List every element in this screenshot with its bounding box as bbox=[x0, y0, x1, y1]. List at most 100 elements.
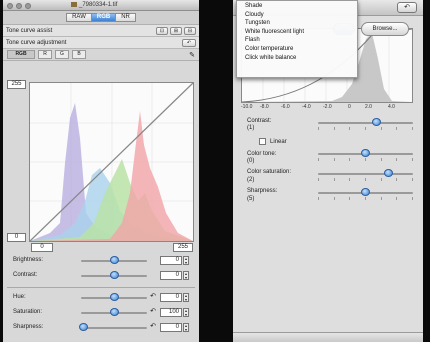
sharpness-reset-icon[interactable]: ↶ bbox=[148, 323, 158, 332]
menu-item-tungsten[interactable]: Tungsten bbox=[237, 19, 357, 28]
color-saturation-label: Color saturation: bbox=[247, 169, 292, 175]
hue-label: Hue: bbox=[13, 294, 26, 300]
saturation-row: Saturation: ↶ 100 ▴ ▾ bbox=[3, 307, 199, 319]
saturation-reset-icon[interactable]: ↶ bbox=[148, 308, 158, 317]
axis-tick: -2.0 bbox=[323, 104, 332, 110]
channel-tabs: RGB R G B ✎ bbox=[3, 49, 199, 61]
menu-item-shade[interactable]: Shade bbox=[237, 2, 357, 11]
contrast-ticks bbox=[318, 127, 413, 130]
output-max-field[interactable]: 255 bbox=[7, 80, 26, 89]
axis-tick: -4.0 bbox=[302, 104, 311, 110]
tone-curve-window: _7980334-1.tif RAW RGB NR Tone curve ass… bbox=[3, 0, 199, 342]
menu-item-cloudy[interactable]: Cloudy bbox=[237, 11, 357, 20]
close-window-button[interactable] bbox=[7, 3, 13, 9]
channel-tab-rgb[interactable]: RGB bbox=[7, 50, 35, 59]
color-tone-label: Color tone: bbox=[247, 151, 277, 157]
color-tone-sub: (0) bbox=[247, 158, 255, 164]
input-min-field[interactable]: 0 bbox=[31, 243, 53, 252]
sharpness-ticks bbox=[318, 197, 413, 200]
tone-curve-adjustment-row: Tone curve adjustment ↶ bbox=[3, 37, 199, 49]
sharpness-row: Sharpness: ↶ 0 ▴ ▾ bbox=[3, 322, 199, 334]
color-saturation-ticks bbox=[318, 178, 413, 181]
brightness-value[interactable]: 0 bbox=[160, 256, 182, 265]
zoom-window-button[interactable] bbox=[25, 3, 31, 9]
contrast-sub: (1) bbox=[247, 125, 255, 131]
axis-tick: 0 bbox=[348, 104, 351, 110]
brightness-label: Brightness: bbox=[13, 257, 44, 263]
reset-icon[interactable]: ↶ bbox=[397, 2, 417, 13]
axis-tick: 4.0 bbox=[388, 104, 395, 110]
color-saturation-slider[interactable] bbox=[318, 173, 413, 175]
eyedropper-icon[interactable]: ✎ bbox=[189, 51, 195, 59]
menu-item-color-temperature[interactable]: Color temperature bbox=[237, 45, 357, 54]
brightness-slider-thumb[interactable] bbox=[110, 256, 119, 264]
saturation-value[interactable]: 100 bbox=[160, 308, 182, 317]
channel-tab-r[interactable]: R bbox=[38, 50, 52, 59]
sharpness-stepper[interactable]: ▴ ▾ bbox=[183, 323, 189, 332]
assist-auto-button[interactable]: ⊞ bbox=[170, 26, 182, 35]
contrast-slider[interactable] bbox=[318, 122, 413, 124]
contrast-slider-thumb[interactable] bbox=[110, 271, 119, 279]
axis-tick: 2.0 bbox=[365, 104, 372, 110]
axis-tick: -6.0 bbox=[281, 104, 290, 110]
color-saturation-sub: (2) bbox=[247, 177, 255, 183]
menu-item-white-fluorescent[interactable]: White fluorescent light bbox=[237, 28, 357, 37]
mode-tabs: RAW RGB NR bbox=[3, 11, 199, 25]
assist-copy-button[interactable]: ⊡ bbox=[156, 26, 168, 35]
assist-paste-button[interactable]: ⊟ bbox=[184, 26, 196, 35]
saturation-label: Saturation: bbox=[13, 309, 43, 315]
sharpness-slider-thumb[interactable] bbox=[361, 188, 370, 196]
sharpness-value[interactable]: 0 bbox=[160, 323, 182, 332]
tone-curve-area: 255 0 0 255 bbox=[3, 78, 199, 252]
saturation-slider-thumb[interactable] bbox=[110, 308, 119, 316]
white-balance-menu: Shade Cloudy Tungsten White fluorescent … bbox=[236, 0, 358, 78]
histogram-svg bbox=[29, 82, 194, 242]
hue-slider-thumb[interactable] bbox=[110, 293, 119, 301]
contrast-label: Contrast: bbox=[13, 272, 38, 278]
contrast-slider-thumb[interactable] bbox=[372, 118, 381, 126]
sharpness-label: Sharpness: bbox=[247, 188, 278, 194]
color-tone-slider-thumb[interactable] bbox=[361, 149, 370, 157]
contrast-value[interactable]: 0 bbox=[160, 271, 182, 280]
menu-item-click-white-balance[interactable]: Click white balance bbox=[237, 54, 357, 63]
raw-axis-labels: -10.0 -8.0 -6.0 -4.0 -2.0 0 2.0 4.0 bbox=[241, 104, 413, 112]
window-title: _7980334-1.tif bbox=[71, 2, 117, 8]
contrast-row: Contrast: 0 ▴ ▾ bbox=[3, 270, 199, 282]
input-max-field[interactable]: 255 bbox=[173, 243, 193, 252]
right-bottom-bar bbox=[233, 332, 423, 342]
window-title-text: _7980334-1.tif bbox=[79, 2, 118, 9]
brightness-stepper[interactable]: ▴ ▾ bbox=[183, 256, 189, 265]
axis-tick: -8.0 bbox=[260, 104, 269, 110]
contrast-stepper[interactable]: ▴ ▾ bbox=[183, 271, 189, 280]
reset-icon[interactable]: ↶ bbox=[182, 38, 196, 47]
color-tone-ticks bbox=[318, 158, 413, 161]
tab-nr[interactable]: NR bbox=[116, 13, 136, 22]
channel-tab-g[interactable]: G bbox=[55, 50, 69, 59]
linear-label: Linear bbox=[270, 139, 287, 145]
channel-tab-b[interactable]: B bbox=[72, 50, 86, 59]
sharpness-slider[interactable] bbox=[81, 327, 147, 329]
axis-tick: -10.0 bbox=[241, 104, 253, 110]
minimize-window-button[interactable] bbox=[16, 3, 22, 9]
tone-curve-assist-label: Tone curve assist bbox=[6, 27, 53, 34]
histogram-graph[interactable] bbox=[29, 82, 194, 242]
linear-checkbox[interactable] bbox=[259, 138, 266, 145]
tone-curve-assist-row: Tone curve assist ⊡ ⊞ ⊟ bbox=[3, 25, 199, 37]
file-icon bbox=[71, 2, 77, 7]
hue-stepper[interactable]: ▴ ▾ bbox=[183, 293, 189, 302]
brightness-row: Brightness: 0 ▴ ▾ bbox=[3, 255, 199, 267]
hue-row: Hue: ↶ 0 ▴ ▾ bbox=[3, 292, 199, 304]
tab-raw[interactable]: RAW bbox=[66, 13, 92, 22]
output-min-field[interactable]: 0 bbox=[7, 233, 26, 242]
sharpness-slider-thumb[interactable] bbox=[79, 323, 88, 331]
color-saturation-slider-thumb[interactable] bbox=[384, 169, 393, 177]
browse-button[interactable]: Browse... bbox=[361, 22, 409, 36]
tone-curve-adjustment-label: Tone curve adjustment bbox=[6, 39, 67, 46]
menu-item-flash[interactable]: Flash bbox=[237, 36, 357, 45]
sharpness-sub: (5) bbox=[247, 196, 255, 202]
tab-rgb[interactable]: RGB bbox=[91, 13, 117, 22]
sharpness-label: Sharpness: bbox=[13, 324, 44, 330]
hue-value[interactable]: 0 bbox=[160, 293, 182, 302]
hue-reset-icon[interactable]: ↶ bbox=[148, 293, 158, 302]
saturation-stepper[interactable]: ▴ ▾ bbox=[183, 308, 189, 317]
